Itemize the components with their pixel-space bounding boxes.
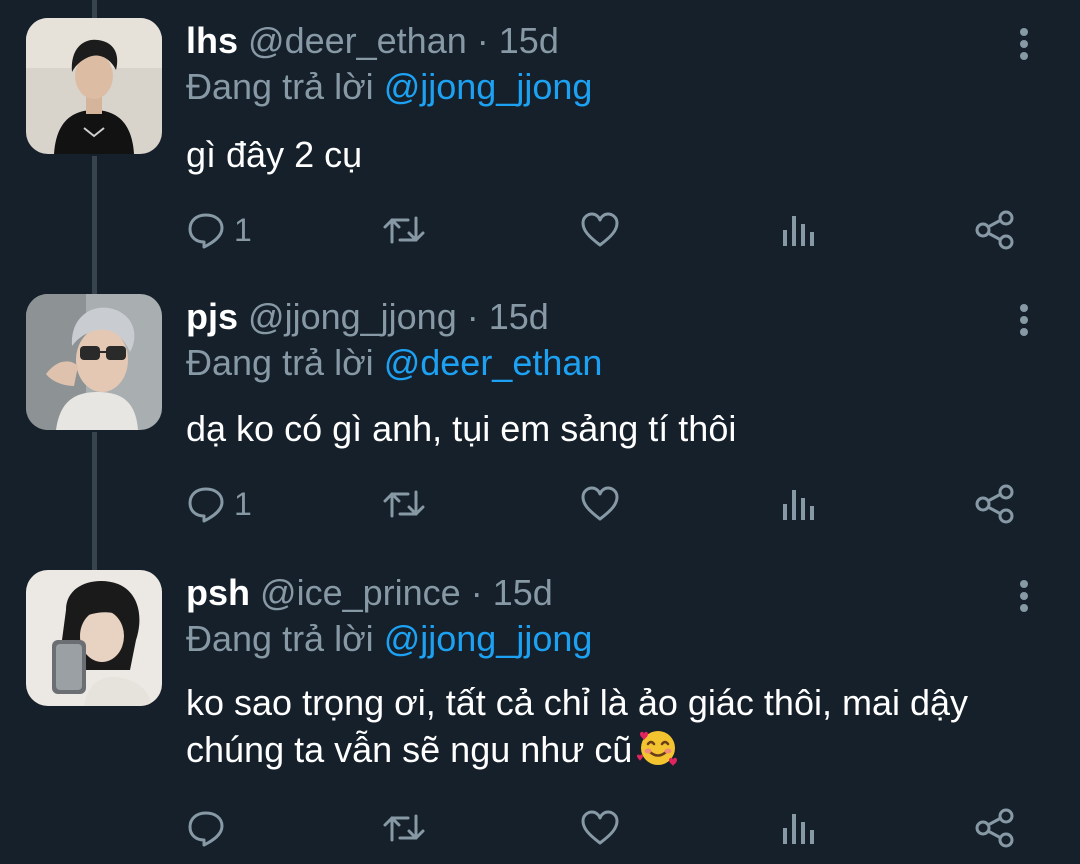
analytics-icon <box>783 490 814 520</box>
display-name[interactable]: pjs <box>186 296 238 337</box>
like-icon <box>581 486 619 521</box>
like-icon <box>581 212 619 247</box>
avatar-photo <box>26 294 162 430</box>
tweet-header: psh @ice_prince · 15d <box>186 570 553 616</box>
tweet-text: ko sao trọng ơi, tất cả chỉ là ảo giác t… <box>186 680 1006 779</box>
share-icon <box>975 210 1014 250</box>
retweet-button[interactable] <box>382 804 426 852</box>
reply-feed: lhs @deer_ethan · 15d Đang trả lời @jjon… <box>0 0 1080 864</box>
retweet-icon <box>383 814 425 842</box>
reply-icon <box>188 487 224 523</box>
analytics-button[interactable] <box>780 480 816 528</box>
share-button[interactable] <box>974 206 1016 254</box>
tweet-text: gì đây 2 cụ <box>186 134 363 175</box>
more-icon <box>1020 304 1028 336</box>
replying-to-label: Đang trả lời <box>186 342 374 383</box>
share-button[interactable] <box>974 804 1016 852</box>
like-icon <box>581 810 619 845</box>
replying-to-handle[interactable]: @jjong_jjong <box>384 618 593 659</box>
display-name[interactable]: lhs <box>186 20 238 61</box>
more-options-button[interactable] <box>1004 24 1044 64</box>
tweet-header: pjs @jjong_jjong · 15d <box>186 294 549 340</box>
reply-icon <box>188 811 224 847</box>
like-button[interactable] <box>580 206 620 254</box>
timestamp[interactable]: 15d <box>493 572 553 613</box>
retweet-button[interactable] <box>382 206 426 254</box>
avatar[interactable] <box>26 18 162 154</box>
share-icon <box>975 808 1014 848</box>
more-options-button[interactable] <box>1004 576 1044 616</box>
action-bar: 1 <box>186 206 1046 254</box>
analytics-icon <box>783 814 814 844</box>
retweet-icon <box>383 216 425 244</box>
replying-to-handle[interactable]: @deer_ethan <box>384 342 603 383</box>
reply-icon <box>188 213 224 249</box>
avatar-photo <box>26 18 162 154</box>
tweet-text-body: ko sao trọng ơi, tất cả chỉ là ảo giác t… <box>186 682 969 770</box>
separator-dot: · <box>476 20 489 61</box>
analytics-icon <box>783 216 814 246</box>
replying-to: Đang trả lời @deer_ethan <box>186 340 602 386</box>
replying-to-label: Đang trả lời <box>186 66 374 107</box>
retweet-icon <box>383 490 425 518</box>
avatar[interactable] <box>26 570 162 706</box>
user-handle[interactable]: @jjong_jjong <box>248 296 457 337</box>
action-bar <box>186 804 1046 852</box>
replying-to: Đang trả lời @jjong_jjong <box>186 64 592 110</box>
reply-button[interactable]: 1 <box>186 206 252 254</box>
thread-line <box>92 0 97 18</box>
avatar-photo <box>26 570 162 706</box>
smiling-face-with-hearts-emoji <box>636 726 680 779</box>
tweet[interactable]: lhs @deer_ethan · 15d Đang trả lời @jjon… <box>0 18 1080 274</box>
like-button[interactable] <box>580 480 620 528</box>
replying-to-handle[interactable]: @jjong_jjong <box>384 66 593 107</box>
share-icon <box>975 484 1014 524</box>
user-handle[interactable]: @ice_prince <box>260 572 461 613</box>
timestamp[interactable]: 15d <box>499 20 559 61</box>
analytics-button[interactable] <box>780 804 816 852</box>
more-icon <box>1020 580 1028 612</box>
replying-to-label: Đang trả lời <box>186 618 374 659</box>
tweet-header: lhs @deer_ethan · 15d <box>186 18 559 64</box>
reply-button[interactable]: 1 <box>186 480 252 528</box>
tweet[interactable]: psh @ice_prince · 15d Đang trả lời @jjon… <box>0 570 1080 864</box>
reply-count: 1 <box>234 486 252 522</box>
reply-button[interactable] <box>186 804 234 852</box>
separator-dot: · <box>470 572 483 613</box>
more-icon <box>1020 28 1028 60</box>
reply-count: 1 <box>234 212 252 248</box>
timestamp[interactable]: 15d <box>489 296 549 337</box>
action-bar: 1 <box>186 480 1046 528</box>
tweet[interactable]: pjs @jjong_jjong · 15d Đang trả lời @dee… <box>0 294 1080 550</box>
display-name[interactable]: psh <box>186 572 250 613</box>
more-options-button[interactable] <box>1004 300 1044 340</box>
separator-dot: · <box>466 296 479 337</box>
user-handle[interactable]: @deer_ethan <box>248 20 467 61</box>
analytics-button[interactable] <box>780 206 816 254</box>
retweet-button[interactable] <box>382 480 426 528</box>
avatar[interactable] <box>26 294 162 430</box>
share-button[interactable] <box>974 480 1016 528</box>
replying-to: Đang trả lời @jjong_jjong <box>186 616 592 662</box>
like-button[interactable] <box>580 804 620 852</box>
tweet-text: dạ ko có gì anh, tụi em sảng tí thôi <box>186 408 737 449</box>
